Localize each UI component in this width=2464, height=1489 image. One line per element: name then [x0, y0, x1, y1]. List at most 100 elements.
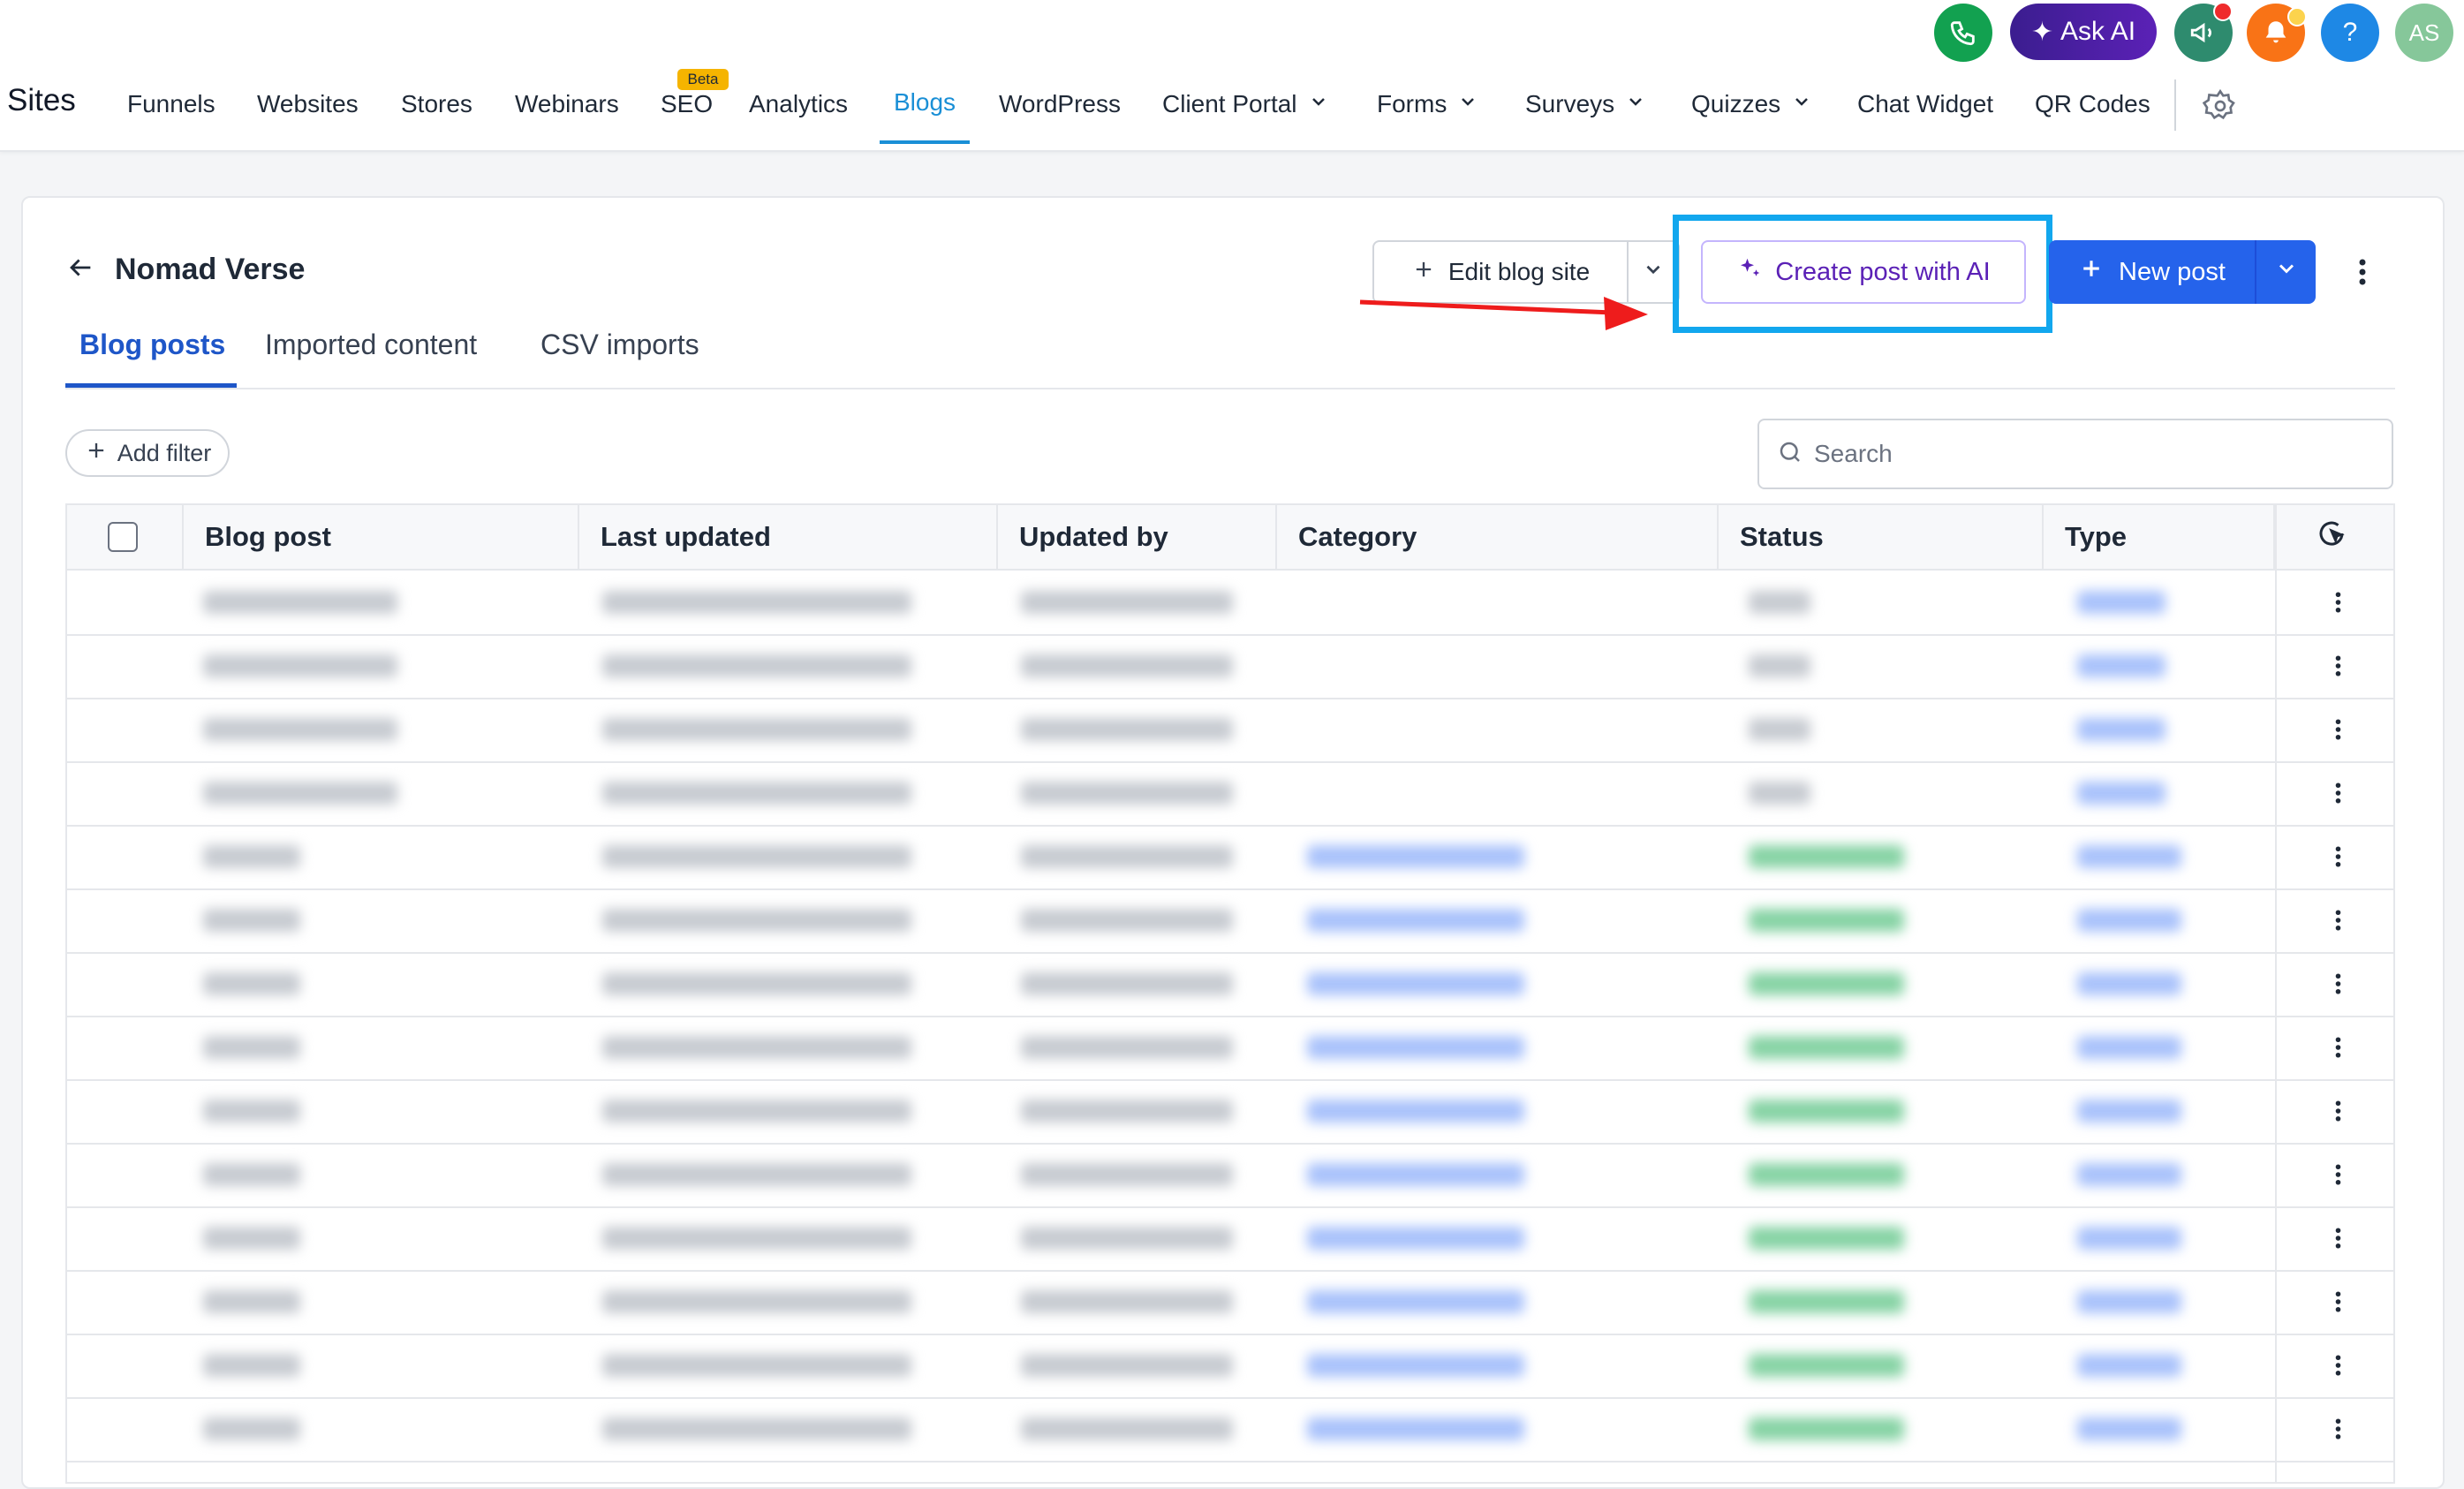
- row-actions-icon[interactable]: [2324, 1270, 2351, 1334]
- add-filter-button[interactable]: Add filter: [65, 429, 230, 477]
- plus-icon: [84, 438, 109, 469]
- col-header-category[interactable]: Category: [1277, 505, 1719, 569]
- search-input[interactable]: [1812, 439, 2346, 469]
- table-row[interactable]: [67, 698, 2393, 763]
- blurred-text: [203, 909, 300, 932]
- blurred-text: [1307, 845, 1524, 868]
- row-actions-icon[interactable]: [2324, 1206, 2351, 1270]
- phone-icon[interactable]: [1934, 4, 1992, 62]
- table-row[interactable]: [67, 1079, 2393, 1145]
- blurred-cell: [1021, 761, 1233, 825]
- blurred-cell: [1749, 952, 1904, 1016]
- tab-imported-content[interactable]: Imported content: [265, 329, 477, 361]
- tab-blog-posts[interactable]: Blog posts: [79, 329, 225, 361]
- table-row[interactable]: [67, 1334, 2393, 1399]
- row-actions-icon[interactable]: [2324, 761, 2351, 825]
- add-filter-label: Add filter: [117, 439, 212, 466]
- nav-item-webinars[interactable]: Webinars: [515, 90, 619, 118]
- blurred-cell: [1307, 1334, 1524, 1397]
- more-options-icon[interactable]: [2347, 253, 2377, 291]
- blurred-text: [2077, 1227, 2181, 1250]
- nav-item-funnels[interactable]: Funnels: [127, 90, 215, 118]
- blurred-cell: [1021, 1016, 1233, 1079]
- table-row[interactable]: [67, 634, 2393, 699]
- blurred-text: [602, 591, 911, 614]
- blurred-text: [203, 782, 397, 805]
- nav-item-qr-codes[interactable]: QR Codes: [2035, 90, 2150, 118]
- blurred-cell: [1749, 1206, 1904, 1270]
- row-actions-icon[interactable]: [2324, 634, 2351, 698]
- blurred-text: [602, 972, 911, 995]
- blurred-text: [1021, 1036, 1233, 1059]
- blurred-cell: [2077, 1334, 2181, 1397]
- blurred-cell: [2077, 698, 2165, 761]
- gear-icon[interactable]: [2202, 88, 2238, 124]
- row-actions-icon[interactable]: [2324, 1079, 2351, 1143]
- select-all-checkbox[interactable]: [108, 522, 138, 552]
- table-row[interactable]: [67, 825, 2393, 890]
- table-row[interactable]: [67, 761, 2393, 827]
- row-actions-icon[interactable]: [2324, 698, 2351, 761]
- col-header-type[interactable]: Type: [2044, 505, 2275, 569]
- nav-item-surveys[interactable]: Surveys: [1525, 90, 1646, 118]
- top-header: ✦ Ask AI ? AS Sites Funnels Websites Sto…: [0, 0, 2464, 152]
- table-row[interactable]: [67, 952, 2393, 1017]
- nav-item-forms[interactable]: Forms: [1377, 90, 1478, 118]
- nav-item-analytics[interactable]: Analytics: [749, 90, 848, 118]
- table-row[interactable]: [67, 1206, 2393, 1272]
- blurred-text: [1749, 1100, 1904, 1122]
- blurred-cell: [602, 1334, 911, 1397]
- avatar-initials: AS: [2408, 19, 2440, 46]
- table-row[interactable]: [67, 1397, 2393, 1463]
- row-actions-icon[interactable]: [2324, 1016, 2351, 1079]
- ask-ai-button[interactable]: ✦ Ask AI: [2010, 4, 2157, 60]
- nav-item-wordpress[interactable]: WordPress: [999, 90, 1121, 118]
- blurred-text: [2077, 1100, 2181, 1122]
- new-post-dropdown[interactable]: [2256, 240, 2316, 304]
- help-icon[interactable]: ?: [2321, 4, 2379, 62]
- new-post-button[interactable]: New post: [2049, 240, 2255, 304]
- blurred-text: [1749, 845, 1904, 868]
- nav-brand: Sites: [7, 83, 76, 117]
- row-actions-icon[interactable]: [2324, 888, 2351, 952]
- table-row[interactable]: [67, 571, 2393, 636]
- nav-item-seo[interactable]: SEO: [661, 90, 713, 118]
- blurred-text: [1749, 1163, 1904, 1186]
- nav-item-websites[interactable]: Websites: [257, 90, 359, 118]
- nav-item-stores[interactable]: Stores: [401, 90, 472, 118]
- avatar[interactable]: AS: [2395, 4, 2453, 62]
- nav-item-chat-widget[interactable]: Chat Widget: [1857, 90, 1993, 118]
- col-header-last-updated[interactable]: Last updated: [579, 505, 998, 569]
- table-row[interactable]: [67, 1270, 2393, 1335]
- row-actions-icon[interactable]: [2324, 1397, 2351, 1461]
- col-header-status[interactable]: Status: [1719, 505, 2044, 569]
- chevron-down-icon: [1457, 90, 1478, 118]
- back-arrow-icon[interactable]: [65, 253, 95, 287]
- row-actions-icon[interactable]: [2324, 1143, 2351, 1206]
- blurred-text: [1749, 1036, 1904, 1059]
- blurred-text: [602, 1036, 911, 1059]
- nav-item-quizzes[interactable]: Quizzes: [1691, 90, 1812, 118]
- table-row[interactable]: [67, 1016, 2393, 1081]
- blurred-text: [602, 1354, 911, 1377]
- blurred-text: [1749, 1354, 1904, 1377]
- ask-ai-label: Ask AI: [2060, 17, 2136, 46]
- row-actions-icon[interactable]: [2324, 825, 2351, 888]
- col-header-blog-post[interactable]: Blog post: [184, 505, 579, 569]
- blurred-text: [602, 1290, 911, 1313]
- row-actions-icon[interactable]: [2324, 952, 2351, 1016]
- blurred-cell: [1307, 1270, 1524, 1334]
- table-row[interactable]: [67, 1143, 2393, 1208]
- blurred-text: [1749, 1227, 1904, 1250]
- column-settings-icon[interactable]: [2316, 518, 2347, 556]
- row-actions-icon[interactable]: [2324, 571, 2351, 634]
- table-row[interactable]: [67, 888, 2393, 954]
- nav-item-client-portal[interactable]: Client Portal: [1162, 90, 1329, 118]
- tab-csv-imports[interactable]: CSV imports: [540, 329, 699, 361]
- nav-item-blogs[interactable]: Blogs: [894, 88, 956, 117]
- col-header-updated-by[interactable]: Updated by: [998, 505, 1277, 569]
- blurred-text: [203, 1290, 300, 1313]
- blurred-text: [1307, 1100, 1524, 1122]
- page-header: Nomad Verse: [65, 253, 305, 287]
- row-actions-icon[interactable]: [2324, 1334, 2351, 1397]
